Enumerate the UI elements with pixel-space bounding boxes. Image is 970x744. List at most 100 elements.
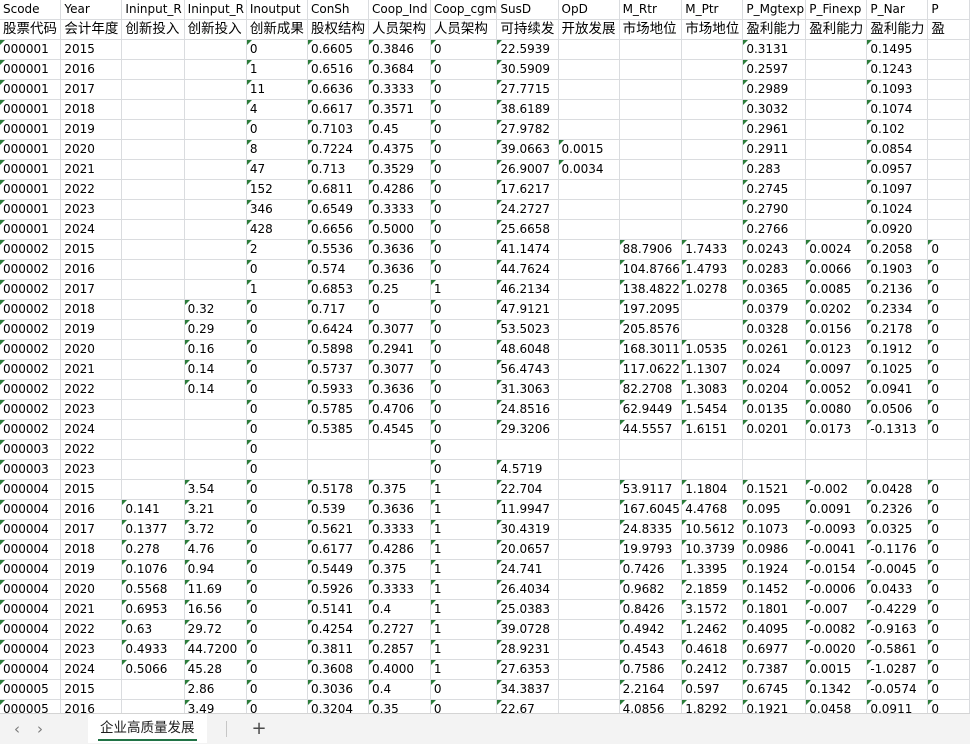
cell[interactable]: 30.5909	[496, 59, 559, 80]
cell[interactable]: 0.0920	[866, 219, 929, 240]
cell[interactable]: -0.1176	[866, 539, 929, 560]
cell[interactable]: 000004	[0, 499, 62, 520]
cell[interactable]: 0.0428	[866, 479, 929, 500]
cell[interactable]: 2023	[60, 459, 123, 480]
cell[interactable]: 0.7387	[742, 659, 807, 680]
cell[interactable]: 盈利能力	[742, 19, 807, 40]
cell[interactable]: 0.0957	[866, 159, 929, 180]
cell[interactable]: 0.5785	[307, 399, 370, 420]
cell[interactable]: 0.2178	[866, 319, 929, 340]
cell[interactable]: 29.72	[184, 619, 247, 640]
cell[interactable]: 0.2941	[368, 339, 431, 360]
cell[interactable]: 168.3011	[619, 339, 683, 360]
cell[interactable]	[558, 179, 620, 200]
cell[interactable]: 0.713	[307, 159, 370, 180]
cell[interactable]: 000004	[0, 559, 62, 580]
cell[interactable]: Ininput_R	[121, 0, 185, 20]
cell[interactable]: 0.16	[184, 339, 247, 360]
cell[interactable]: 0	[927, 279, 970, 300]
cell[interactable]	[368, 459, 431, 480]
cell[interactable]: 0.3636	[368, 379, 431, 400]
cell[interactable]	[184, 159, 247, 180]
cell[interactable]: 0	[246, 559, 308, 580]
cell[interactable]: 2023	[60, 199, 123, 220]
cell[interactable]: 0	[927, 559, 970, 580]
cell[interactable]: 0.0156	[805, 319, 868, 340]
cell[interactable]: 0.2727	[368, 619, 431, 640]
cell[interactable]: 0.3684	[368, 59, 431, 80]
cell[interactable]: 0.2334	[866, 299, 929, 320]
cell[interactable]: 0	[430, 39, 498, 60]
cell[interactable]: 0	[927, 659, 970, 680]
cell[interactable]: 0.5621	[307, 519, 370, 540]
cell[interactable]: 4.4768	[681, 499, 744, 520]
cell[interactable]: 000001	[0, 59, 62, 80]
cell[interactable]	[558, 479, 620, 500]
cell[interactable]: 0.4286	[368, 539, 431, 560]
cell[interactable]: 0.2989	[742, 79, 807, 100]
cell[interactable]: 0.095	[742, 499, 807, 520]
cell[interactable]: P_Nar	[866, 0, 929, 20]
cell[interactable]: 0	[927, 339, 970, 360]
cell[interactable]: 0	[927, 239, 970, 260]
cell[interactable]: 2020	[60, 579, 123, 600]
cell[interactable]: 2019	[60, 559, 123, 580]
cell[interactable]: 000002	[0, 259, 62, 280]
cell[interactable]: 1	[430, 539, 498, 560]
cell[interactable]: -0.0045	[866, 559, 929, 580]
cell[interactable]: 0.5066	[121, 659, 185, 680]
cell[interactable]: 股票代码	[0, 19, 62, 40]
cell[interactable]: 1	[430, 499, 498, 520]
cell[interactable]	[927, 119, 970, 140]
cell[interactable]	[558, 379, 620, 400]
cell[interactable]: 138.4822	[619, 279, 683, 300]
cell[interactable]: 0	[430, 139, 498, 160]
cell[interactable]: 000004	[0, 659, 62, 680]
cell[interactable]: 0.3032	[742, 99, 807, 120]
cell[interactable]: 2020	[60, 339, 123, 360]
cell[interactable]	[184, 39, 247, 60]
cell[interactable]: 11.9947	[496, 499, 559, 520]
cell[interactable]: 0	[927, 619, 970, 640]
cell[interactable]: 0.4375	[368, 139, 431, 160]
cell[interactable]: 46.2134	[496, 279, 559, 300]
cell[interactable]	[558, 279, 620, 300]
cell[interactable]: 1	[430, 599, 498, 620]
cell[interactable]: P	[927, 0, 970, 20]
cell[interactable]: 000002	[0, 359, 62, 380]
cell[interactable]: 47.9121	[496, 299, 559, 320]
cell[interactable]: 0.4618	[681, 639, 744, 660]
cell[interactable]	[927, 459, 970, 480]
cell[interactable]: 1.5454	[681, 399, 744, 420]
cell[interactable]: -0.0041	[805, 539, 868, 560]
cell[interactable]: 0	[246, 579, 308, 600]
cell[interactable]: 0.1074	[866, 99, 929, 120]
cell[interactable]: 0	[927, 379, 970, 400]
cell[interactable]: P_Mgtexp	[742, 0, 807, 20]
cell[interactable]: 000001	[0, 219, 62, 240]
cell[interactable]	[805, 119, 868, 140]
cell[interactable]: 000002	[0, 379, 62, 400]
cell[interactable]	[121, 279, 185, 300]
cell[interactable]: 205.8576	[619, 319, 683, 340]
cell[interactable]	[558, 319, 620, 340]
cell[interactable]: 0	[246, 259, 308, 280]
cell[interactable]: 22.67	[496, 699, 559, 713]
cell[interactable]	[184, 259, 247, 280]
cell[interactable]: 2016	[60, 59, 123, 80]
cell[interactable]	[619, 219, 683, 240]
cell[interactable]: 0	[927, 419, 970, 440]
cell[interactable]: 2022	[60, 379, 123, 400]
cell[interactable]	[558, 619, 620, 640]
cell[interactable]: 0.2911	[742, 139, 807, 160]
cell[interactable]	[121, 319, 185, 340]
cell[interactable]: 0	[246, 679, 308, 700]
cell[interactable]	[805, 439, 868, 460]
cell[interactable]: 0	[246, 379, 308, 400]
cell[interactable]: 000002	[0, 239, 62, 260]
cell[interactable]: 0.3811	[307, 639, 370, 660]
cell[interactable]: 117.0622	[619, 359, 683, 380]
cell[interactable]: 1	[430, 559, 498, 580]
cell[interactable]: 0	[430, 79, 498, 100]
cell[interactable]: 27.7715	[496, 79, 559, 100]
